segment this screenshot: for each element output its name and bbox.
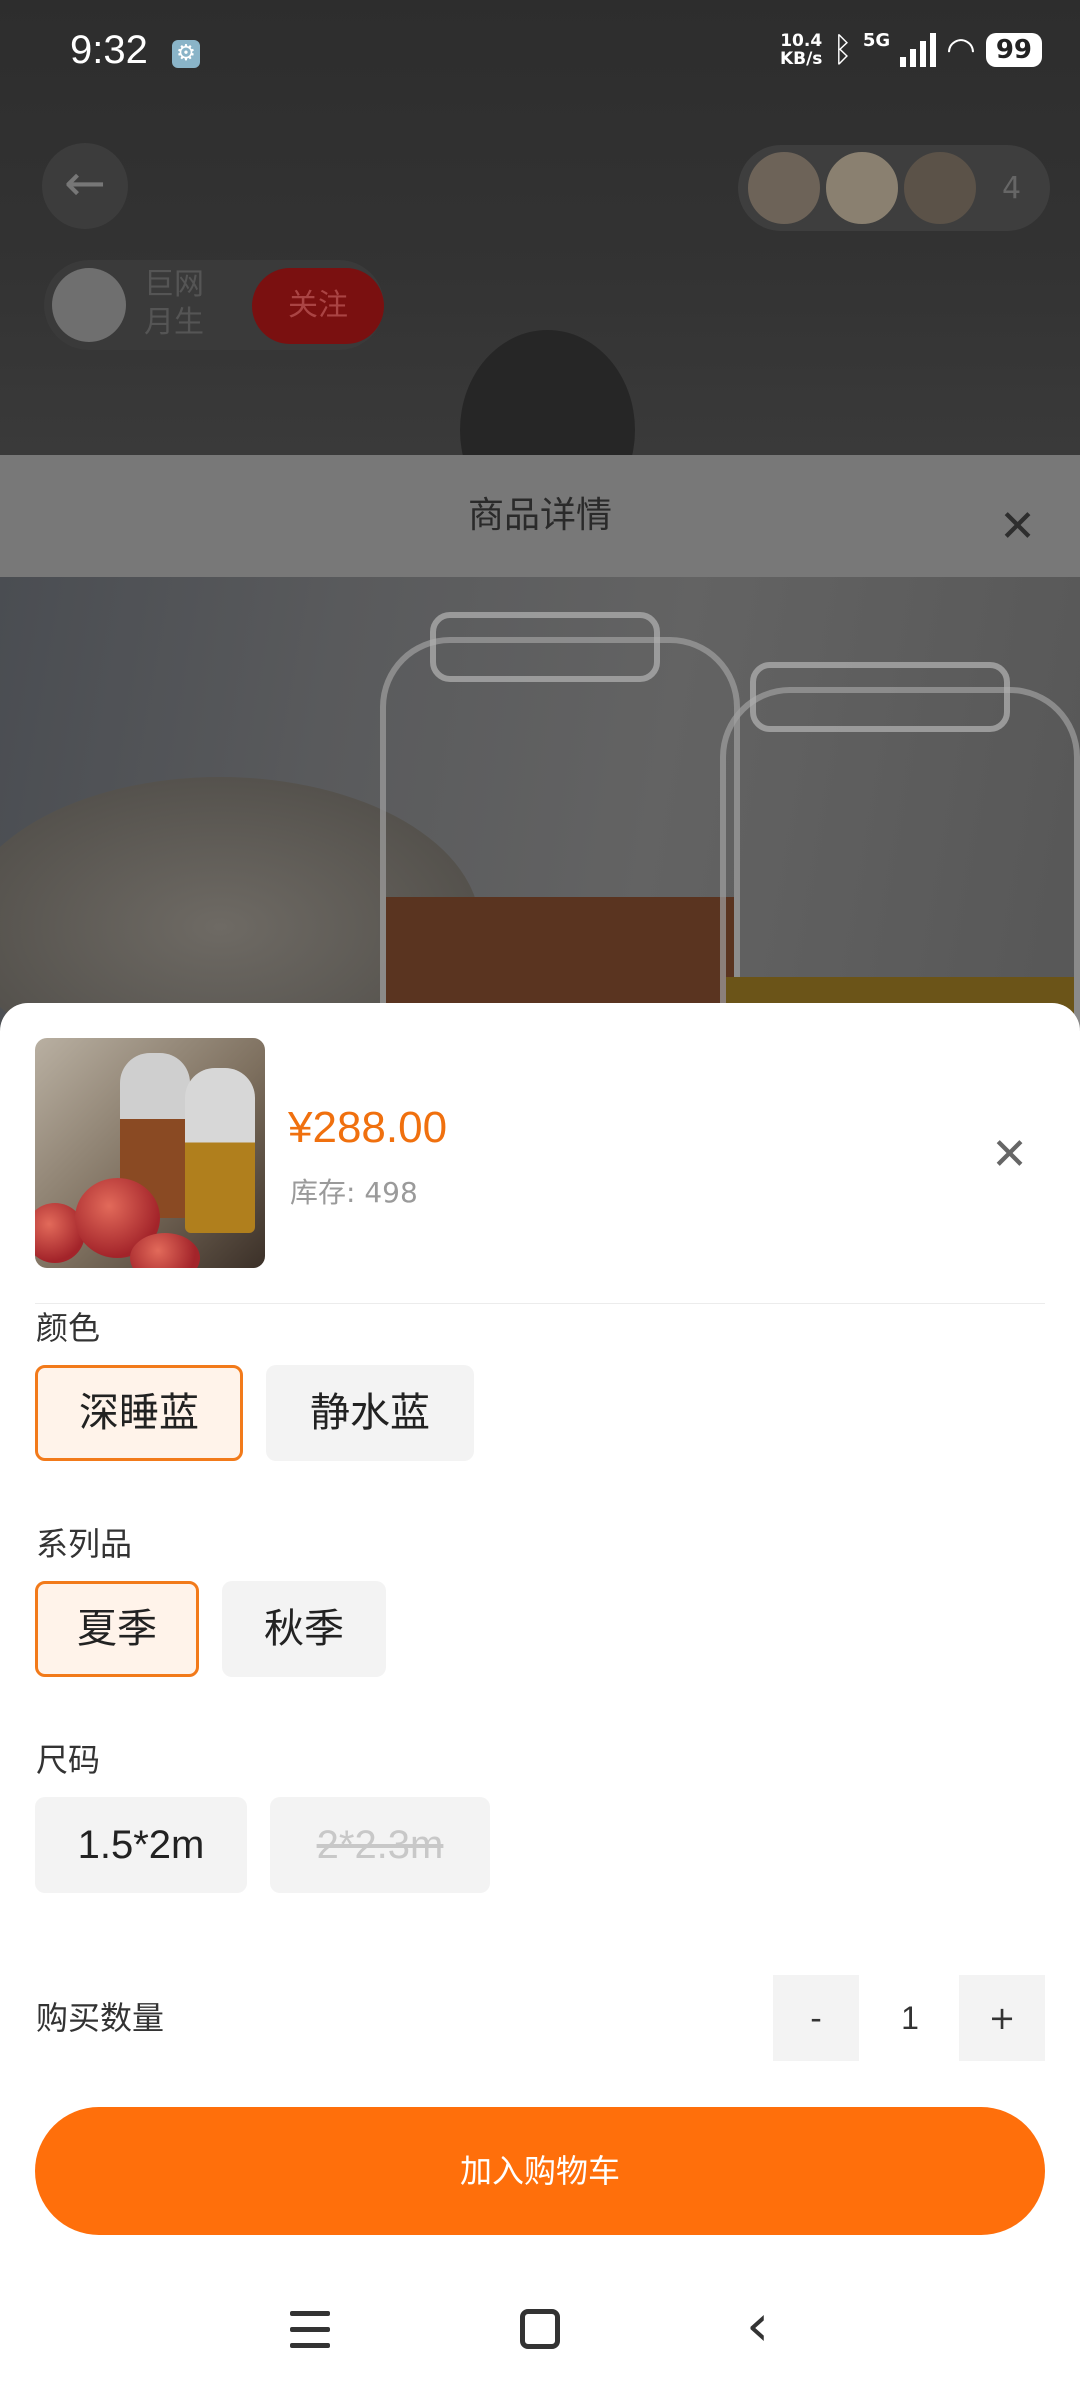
product-detail-title: 商品详情 bbox=[467, 495, 612, 536]
option-chip-size-1[interactable]: 1.5*2m bbox=[35, 1797, 247, 1893]
status-right: 10.4 KB/s ᛒ 5G ◠ 99 bbox=[780, 30, 1042, 70]
viewer-avatar bbox=[902, 150, 978, 226]
host-name-line1: 巨网 bbox=[144, 267, 204, 302]
quantity-minus-button[interactable]: - bbox=[773, 1975, 859, 2061]
quantity-plus-button[interactable]: + bbox=[959, 1975, 1045, 2061]
close-icon[interactable]: ✕ bbox=[999, 505, 1036, 549]
option-chip-color-2[interactable]: 静水蓝 bbox=[266, 1365, 474, 1461]
streamer-image bbox=[460, 330, 635, 455]
viewer-avatar bbox=[746, 150, 822, 226]
net-speed: 10.4 KB/s bbox=[780, 32, 822, 68]
product-price: ¥288.00 bbox=[288, 1103, 448, 1152]
host-avatar bbox=[52, 268, 126, 342]
nav-back-icon[interactable]: ‹ bbox=[746, 2295, 769, 2355]
viewer-avatars[interactable]: 4 bbox=[738, 145, 1050, 231]
host-name-line2: 月生 bbox=[144, 305, 204, 340]
bottle-neck-shape bbox=[430, 612, 660, 682]
net-speed-value: 10.4 bbox=[780, 31, 823, 51]
add-to-cart-button[interactable]: 加入购物车 bbox=[35, 2107, 1045, 2235]
bottle-neck-shape bbox=[750, 662, 1010, 732]
wifi-icon: ◠ bbox=[946, 30, 976, 70]
host-name: 巨网 月生 bbox=[144, 266, 204, 342]
status-bar: 9:32 ⚙ 10.4 KB/s ᛒ 5G ◠ 99 bbox=[0, 0, 1080, 110]
battery-icon: 99 bbox=[985, 33, 1042, 67]
net-speed-unit: KB/s bbox=[779, 49, 823, 69]
option-chip-size-2-disabled: 2*2.3m bbox=[270, 1797, 490, 1893]
option-chip-series-2[interactable]: 秋季 bbox=[222, 1581, 386, 1677]
product-thumbnail bbox=[35, 1038, 265, 1268]
divider bbox=[35, 1303, 1045, 1304]
bluetooth-icon: ᛒ bbox=[832, 30, 853, 70]
product-detail-image bbox=[0, 577, 1080, 1030]
option-group-label-size: 尺码 bbox=[36, 1741, 101, 1779]
settings-icon: ⚙ bbox=[172, 40, 200, 68]
close-icon[interactable]: ✕ bbox=[991, 1133, 1028, 1177]
system-nav-bar: ‹ bbox=[0, 2265, 1080, 2400]
viewer-count: 4 bbox=[1002, 170, 1022, 206]
sku-bottom-sheet: ¥288.00 库存: 498 ✕ 颜色 深睡蓝 静水蓝 系列品 夏季 秋季 尺… bbox=[0, 1003, 1080, 2400]
signal-icon bbox=[900, 33, 937, 67]
nav-menu-icon[interactable] bbox=[290, 2311, 330, 2349]
nav-home-icon[interactable] bbox=[520, 2309, 560, 2349]
quantity-label: 购买数量 bbox=[36, 1999, 165, 2037]
network-type: 5G bbox=[862, 30, 891, 51]
option-group-label-series: 系列品 bbox=[36, 1525, 133, 1563]
option-chip-series-1[interactable]: 夏季 bbox=[35, 1581, 199, 1677]
bottle-shape bbox=[720, 687, 1080, 1030]
viewer-avatar bbox=[824, 150, 900, 226]
quantity-value[interactable]: 1 bbox=[859, 1975, 961, 2061]
bottle-shape bbox=[380, 637, 740, 1030]
option-group-label-color: 颜色 bbox=[36, 1309, 101, 1347]
live-room-background: 9:32 ⚙ 10.4 KB/s ᛒ 5G ◠ 99 ← 4 巨网 月生 关注 bbox=[0, 0, 1080, 455]
status-time: 9:32 bbox=[70, 28, 148, 72]
product-stock: 库存: 498 bbox=[290, 1176, 418, 1209]
product-detail-header: 商品详情 ✕ bbox=[0, 455, 1080, 577]
option-chip-color-1[interactable]: 深睡蓝 bbox=[35, 1365, 243, 1461]
back-arrow-icon[interactable]: ← bbox=[42, 143, 128, 229]
follow-button[interactable]: 关注 bbox=[252, 268, 384, 344]
